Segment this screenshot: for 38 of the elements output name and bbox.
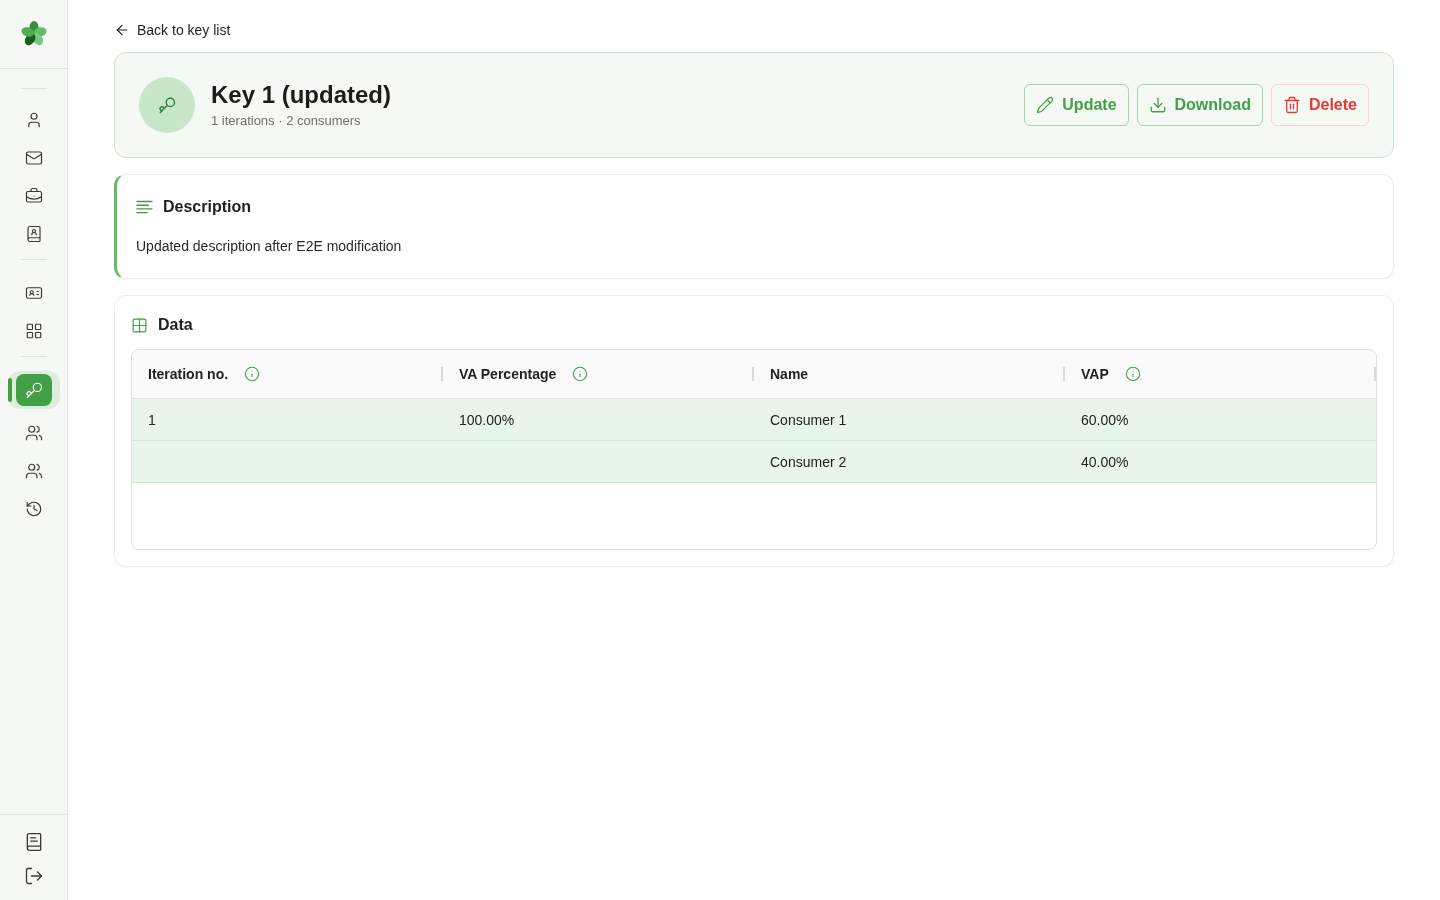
info-icon[interactable]: [1124, 366, 1141, 382]
table-cell: Consumer 2: [770, 453, 847, 470]
table-cell: 60.00%: [1081, 411, 1129, 428]
column-header: VA Percentage: [459, 366, 557, 382]
id-card-icon: [24, 284, 43, 302]
table-grid-icon: [131, 316, 148, 334]
logo-icon: [19, 20, 48, 48]
column-header: VAP: [1081, 366, 1109, 382]
users-icon: [24, 462, 43, 480]
key-icon: [139, 77, 195, 133]
text-lines-icon: [136, 200, 153, 214]
users-icon: [24, 424, 43, 442]
table-cell: 100.00%: [459, 411, 515, 428]
mail-icon: [24, 149, 43, 167]
pencil-icon: [1036, 96, 1055, 114]
key-icon: [15, 374, 52, 406]
info-icon[interactable]: [572, 366, 589, 382]
description-text: Updated description after E2E modification: [136, 237, 402, 256]
table-cell: 1: [148, 411, 156, 428]
table-cell: Consumer 1: [770, 411, 847, 428]
key-title: Key 1 (updated): [211, 80, 392, 110]
history-icon: [24, 500, 43, 518]
column-header: Name: [770, 366, 809, 382]
grid-icon: [24, 322, 43, 340]
data-title: Data: [158, 316, 193, 334]
table-cell: 40.00%: [1081, 453, 1129, 470]
briefcase-icon: [24, 187, 43, 205]
delete-button[interactable]: Delete: [1270, 84, 1369, 126]
trash-icon: [1282, 96, 1301, 114]
download-button[interactable]: Download: [1136, 84, 1263, 126]
column-header: Iteration no.: [148, 366, 229, 382]
key-subtitle: 1 iterations · 2 consumers: [211, 112, 361, 130]
info-icon[interactable]: [244, 366, 261, 382]
edit-button[interactable]: Update: [1024, 84, 1129, 126]
description-title: Description: [163, 198, 251, 216]
download-icon: [1148, 96, 1167, 114]
back-link[interactable]: Back to key list: [114, 20, 231, 40]
contact-book-icon: [24, 225, 43, 243]
